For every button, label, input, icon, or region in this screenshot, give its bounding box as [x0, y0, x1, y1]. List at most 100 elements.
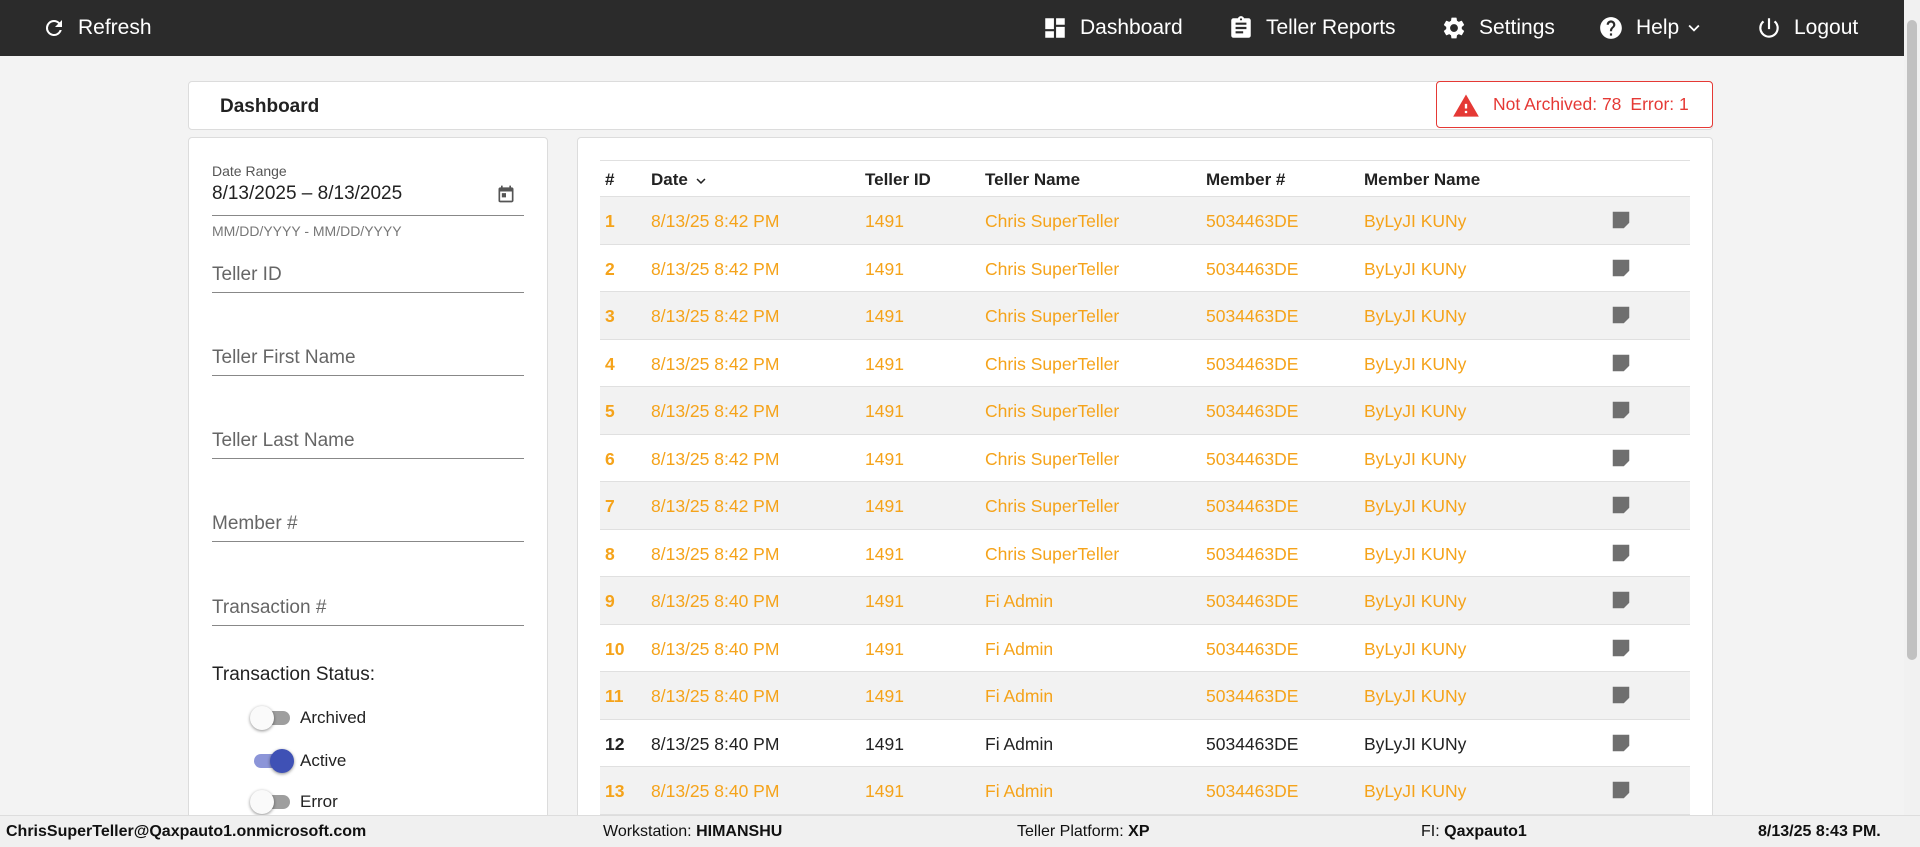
active-toggle[interactable] [250, 749, 294, 773]
sort-desc-icon [696, 177, 706, 184]
table-row[interactable]: 11 8/13/25 8:40 PM 1491 Fi Admin 5034463DE By… [600, 672, 1690, 720]
row-teller-id: 1491 [865, 306, 904, 326]
row-member-name: ByLyJI KUNy [1364, 211, 1467, 231]
table-row[interactable]: 5 8/13/25 8:42 PM 1491 Chris SuperTeller 503… [600, 387, 1690, 435]
row-date: 8/13/25 8:42 PM [651, 543, 780, 564]
note-icon[interactable] [1610, 352, 1632, 379]
filter-panel: Date Range 8/13/2025 – 8/13/2025 MM/DD/Y… [188, 137, 548, 827]
row-date: 8/13/25 8:42 PM [651, 353, 780, 374]
row-teller-name: Fi Admin [985, 638, 1054, 659]
table-row[interactable]: 13 8/13/25 8:40 PM 1491 Fi Admin 5034463DE By… [600, 767, 1690, 815]
chevron-down-icon [1688, 24, 1700, 32]
table-row[interactable]: 1 8/13/25 8:42 PM 1491 Chris SuperTeller 503… [600, 197, 1690, 245]
table-row[interactable]: 7 8/13/25 8:42 PM 1491 Chris SuperTeller 503… [600, 482, 1690, 530]
archived-toggle[interactable] [250, 706, 294, 730]
row-member-number: 5034463DE [1206, 496, 1299, 516]
note-icon[interactable] [1610, 399, 1632, 426]
note-icon[interactable] [1610, 684, 1632, 711]
row-date: 8/13/25 8:40 PM [651, 686, 780, 706]
row-date: 8/13/25 8:40 PM [651, 781, 780, 801]
teller-id-field[interactable]: Teller ID [212, 251, 524, 293]
row-teller-id: 1491 [865, 638, 904, 659]
row-teller-name: Fi Admin [985, 781, 1054, 801]
status-toggle-error[interactable]: Error [250, 790, 338, 814]
table-row[interactable]: 10 8/13/25 8:40 PM 1491 Fi Admin 5034463DE By… [600, 625, 1690, 672]
col-teller-id[interactable]: Teller ID [865, 170, 931, 190]
status-toggle-archived[interactable]: Archived [250, 706, 366, 730]
row-teller-id: 1491 [865, 496, 904, 516]
table-row[interactable]: 2 8/13/25 8:42 PM 1491 Chris SuperTeller 503… [600, 245, 1690, 292]
table-row[interactable]: 3 8/13/25 8:42 PM 1491 Chris SuperTeller 503… [600, 292, 1690, 340]
error-toggle[interactable] [250, 790, 294, 814]
table-row[interactable]: 8 8/13/25 8:42 PM 1491 Chris SuperTeller 503… [600, 530, 1690, 577]
col-member-name[interactable]: Member Name [1364, 170, 1480, 190]
note-icon[interactable] [1610, 589, 1632, 616]
table-row[interactable]: 12 8/13/25 8:40 PM 1491 Fi Admin 5034463DE By… [600, 720, 1690, 767]
date-range-input[interactable]: 8/13/2025 – 8/13/2025 [212, 183, 402, 205]
note-icon[interactable] [1610, 732, 1632, 759]
nav-help[interactable]: Help [1598, 0, 1705, 56]
row-number: 12 [605, 733, 625, 754]
col-date[interactable]: Date [651, 170, 710, 190]
row-member-number: 5034463DE [1206, 306, 1299, 326]
row-member-number: 5034463DE [1206, 591, 1299, 611]
nav-help-label: Help [1636, 16, 1680, 39]
workstation-label: Workstation: [603, 823, 692, 840]
page-scrollbar[interactable] [1904, 0, 1920, 815]
logout-button[interactable]: Logout [1756, 0, 1858, 56]
scrollbar-thumb[interactable] [1907, 20, 1917, 660]
row-date: 8/13/25 8:42 PM [651, 211, 780, 231]
refresh-button[interactable]: Refresh [42, 0, 152, 56]
row-member-name: ByLyJI KUNy [1364, 306, 1467, 326]
note-icon[interactable] [1610, 542, 1632, 569]
calendar-icon[interactable] [496, 184, 516, 204]
row-member-name: ByLyJI KUNy [1364, 401, 1467, 421]
nav-settings[interactable]: Settings [1441, 0, 1555, 56]
note-icon[interactable] [1610, 779, 1632, 806]
dashboard-icon [1045, 18, 1065, 38]
col-number: # [605, 170, 615, 189]
note-icon[interactable] [1610, 304, 1632, 331]
footer-platform: Teller Platform: XP [1017, 823, 1150, 841]
row-member-name: ByLyJI KUNy [1364, 496, 1467, 516]
row-teller-id: 1491 [865, 353, 904, 374]
row-teller-id: 1491 [865, 591, 904, 611]
transaction-number-field[interactable]: Transaction # [212, 584, 524, 626]
archive-status-alert[interactable]: Not Archived: 78 Error: 1 [1436, 81, 1713, 128]
table-row[interactable]: 9 8/13/25 8:40 PM 1491 Fi Admin 5034463DE ByL… [600, 577, 1690, 625]
row-teller-name: Chris SuperTeller [985, 353, 1120, 374]
row-teller-name: Chris SuperTeller [985, 543, 1120, 564]
transactions-panel: # Date Teller ID Teller Name Member # Me… [577, 137, 1713, 827]
teller-first-name-field[interactable]: Teller First Name [212, 334, 524, 376]
row-date: 8/13/25 8:42 PM [651, 496, 780, 516]
row-member-name: ByLyJI KUNy [1364, 638, 1467, 659]
row-member-name: ByLyJI KUNy [1364, 543, 1467, 564]
member-number-field[interactable]: Member # [212, 500, 524, 542]
row-number: 10 [605, 638, 625, 659]
row-teller-id: 1491 [865, 686, 904, 706]
fi-label: FI: [1421, 823, 1440, 840]
table-row[interactable]: 4 8/13/25 8:42 PM 1491 Chris SuperTeller 503… [600, 340, 1690, 387]
status-toggle-active[interactable]: Active [250, 749, 346, 773]
row-member-name: ByLyJI KUNy [1364, 781, 1467, 801]
page-title: Dashboard [220, 96, 320, 117]
col-member-number[interactable]: Member # [1206, 170, 1285, 190]
logout-label: Logout [1794, 16, 1859, 39]
error-count: Error: 1 [1630, 94, 1689, 114]
row-number: 13 [605, 781, 625, 801]
table-row[interactable]: 6 8/13/25 8:42 PM 1491 Chris SuperTeller 503… [600, 435, 1690, 482]
note-icon[interactable] [1610, 257, 1632, 284]
row-member-name: ByLyJI KUNy [1364, 353, 1467, 374]
teller-last-name-field[interactable]: Teller Last Name [212, 417, 524, 459]
note-icon[interactable] [1610, 209, 1632, 236]
note-icon[interactable] [1610, 637, 1632, 664]
nav-dashboard-label: Dashboard [1080, 16, 1183, 39]
note-icon[interactable] [1610, 447, 1632, 474]
row-teller-name: Fi Admin [985, 733, 1054, 754]
nav-teller-reports[interactable]: Teller Reports [1228, 0, 1396, 56]
row-member-name: ByLyJI KUNy [1364, 258, 1467, 279]
col-teller-name[interactable]: Teller Name [985, 170, 1080, 190]
nav-dashboard[interactable]: Dashboard [1042, 0, 1183, 56]
note-icon[interactable] [1610, 494, 1632, 521]
clipboard-icon [1231, 16, 1251, 38]
